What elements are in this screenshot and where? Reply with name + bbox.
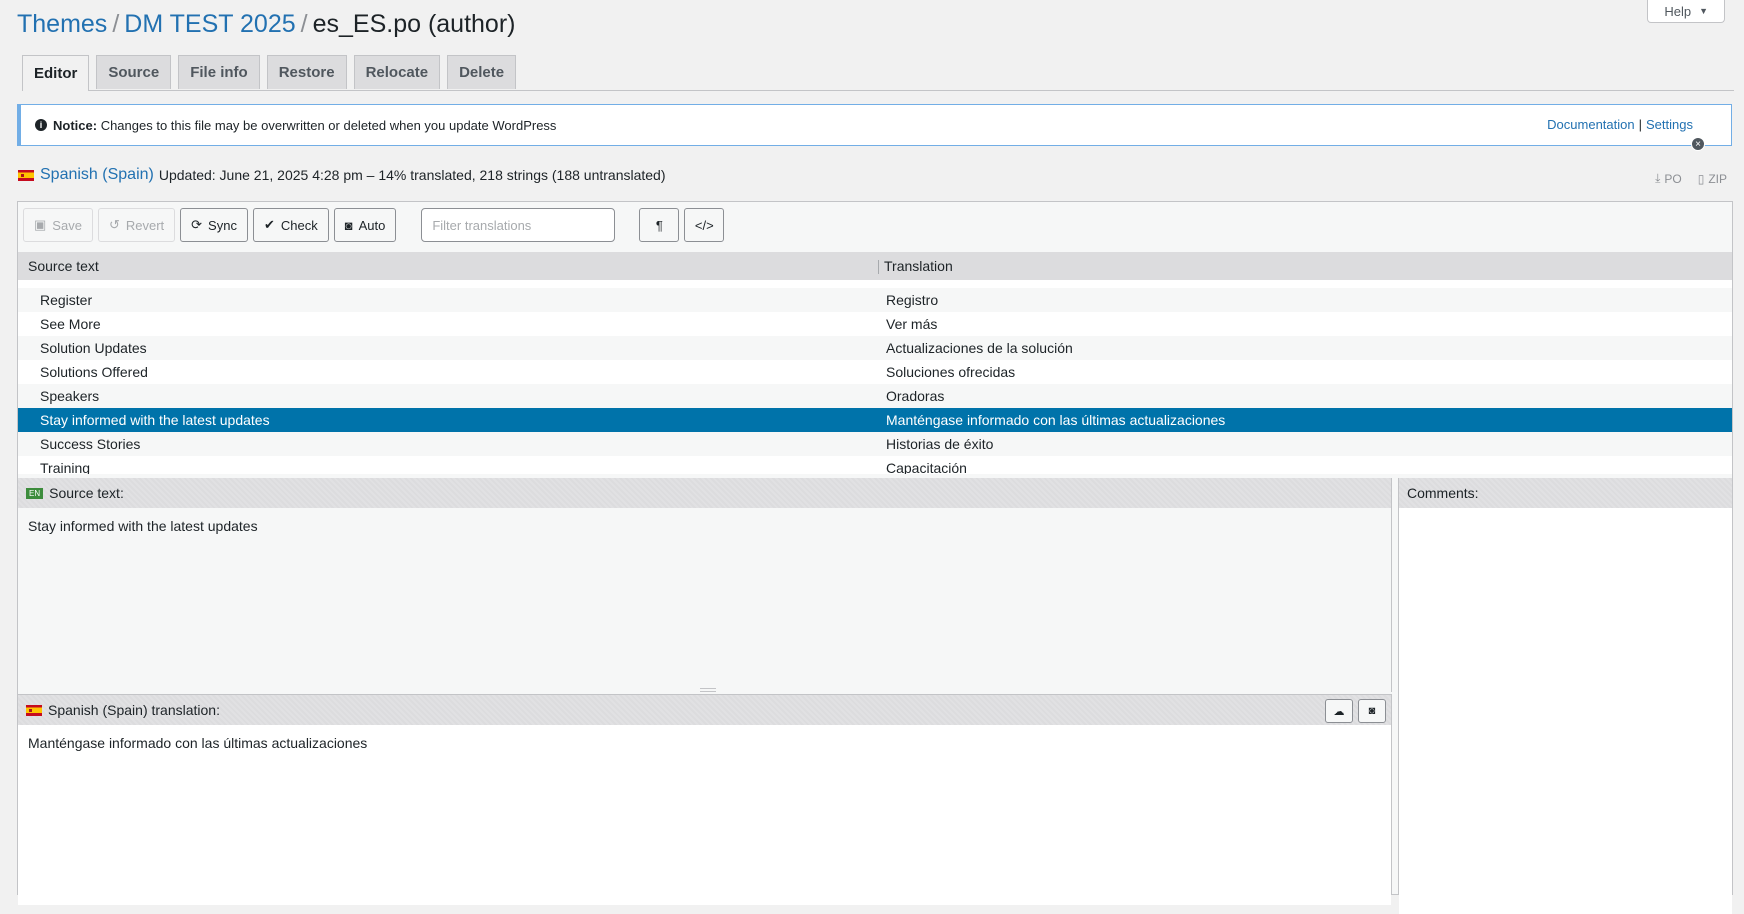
code-icon: </> [694,217,714,233]
locale-status-text: Updated: June 21, 2025 4:28 pm – 14% tra… [158,167,666,183]
tab-relocate[interactable]: Relocate [353,55,441,89]
breadcrumb-file: es_ES.po (author) [312,10,516,38]
table-row[interactable]: Solution Updates Actualizaciones de la so… [18,336,1732,360]
table-row[interactable]: Training Capacitación [18,456,1732,474]
tab-source[interactable]: Source [96,55,172,89]
auto-suggest-button[interactable]: ◙ [1358,699,1386,723]
column-header-source[interactable]: Source text [28,258,99,274]
po-editor: ▣Save ↺Revert ⟳Sync ✔Check ◙Auto ¶ </> S… [17,201,1733,914]
revert-button[interactable]: ↺ Revert [97,208,176,242]
download-links: ⤓ PO ▯ ZIP [1655,171,1727,186]
tab-delete[interactable]: Delete [447,55,517,89]
translation-textarea[interactable]: Manténgase informado con las últimas act… [18,725,1391,905]
sync-button[interactable]: ⟳ Sync [180,208,248,242]
comments-textarea[interactable] [1399,508,1732,914]
translation-pane-header: Spanish (Spain) translation: [18,695,1391,725]
table-row-selected[interactable]: Stay informed with the latest updates Man… [18,408,1732,432]
comments-pane: Comments: [1398,478,1732,914]
notice-label: Notice: [53,117,98,133]
dismiss-icon[interactable]: × [1691,137,1705,151]
translation-pane-title: Spanish (Spain) translation: [48,702,220,718]
page-title: Themes / DM TEST 2025/es_ES.po (author) [17,10,516,38]
caret-down-icon: ▼ [1699,6,1708,16]
auto-translate-button[interactable]: ◙ Auto [333,208,397,242]
tab-bar: Editor Source File info Restore Relocate… [22,55,1734,91]
table-row[interactable]: Register Registro [18,288,1732,312]
column-header-translation[interactable]: Translation [884,258,953,274]
translation-list: Register Registro See More Ver más Solutio… [18,280,1732,474]
table-row[interactable]: Success Stories Historias de éxito [18,432,1732,456]
cloud-icon: ☁ [1333,705,1345,718]
tab-restore[interactable]: Restore [266,55,347,89]
breadcrumb-project-link[interactable]: DM TEST 2025 [124,10,295,38]
tab-file-info[interactable]: File info [178,55,260,89]
spain-flag-icon [26,704,42,716]
info-icon: i [35,119,47,131]
notice-text: Changes to this file may be overwritten … [100,117,557,133]
locale-status: Spanish (Spain) Updated: June 21, 2025 4… [18,166,666,184]
comments-pane-header: Comments: [1399,478,1732,508]
notice-banner: i Notice: Changes to this file may be ov… [17,104,1732,151]
help-label: Help [1664,3,1692,19]
robot-icon: ◙ [344,217,353,233]
tab-editor[interactable]: Editor [22,55,90,91]
toggle-code-view-button[interactable]: </> [684,208,725,242]
table-row[interactable]: See More Ver más [18,312,1732,336]
download-zip-button[interactable]: ▯ ZIP [1698,171,1727,186]
locale-link[interactable]: Spanish (Spain) [40,166,154,184]
robot-icon: ◙ [1368,705,1376,717]
spain-flag-icon [18,169,34,181]
source-pane-title: Source text: [49,485,124,501]
editor-toolbar: ▣Save ↺Revert ⟳Sync ✔Check ◙Auto ¶ </> [23,207,1732,243]
check-button[interactable]: ✔ Check [252,208,329,242]
filter-translations-input[interactable] [421,208,616,242]
comments-pane-title: Comments: [1407,485,1479,501]
table-row[interactable]: Solutions Offered Soluciones ofrecidas [18,360,1732,384]
settings-link[interactable]: Settings [1646,117,1693,132]
source-pane-header: EN Source text: [18,478,1391,508]
file-zip-icon: ▯ [1697,171,1705,186]
table-row[interactable] [18,280,1732,288]
pilcrow-icon: ¶ [655,217,663,233]
table-header: Source text Translation [18,252,1732,280]
table-row[interactable]: Speakers Oradoras [18,384,1732,408]
download-po-button[interactable]: ⤓ PO [1655,171,1682,186]
checkmark-icon: ✔ [263,217,275,232]
undo-icon: ↺ [108,217,120,232]
column-divider[interactable] [878,260,879,274]
cloud-suggest-button[interactable]: ☁ [1325,699,1353,723]
resize-handle[interactable] [700,688,716,692]
notice-links: Documentation | Settings [1547,117,1693,132]
download-icon: ⤓ [1655,171,1661,185]
en-badge: EN [26,487,44,499]
documentation-link[interactable]: Documentation [1547,117,1634,132]
translation-pane: Spanish (Spain) translation: ☁ ◙ Manténg… [18,694,1392,905]
floppy-disk-icon: ▣ [34,217,47,232]
breadcrumb-themes-link[interactable]: Themes [17,10,107,38]
refresh-icon: ⟳ [191,217,203,232]
help-button[interactable]: Help ▼ [1647,0,1725,23]
save-button[interactable]: ▣ Save [23,208,93,242]
toggle-invisibles-button[interactable]: ¶ [639,208,680,242]
source-text-pane: EN Source text: Stay informed with the l… [18,478,1392,692]
source-text-display: Stay informed with the latest updates [18,508,1391,692]
